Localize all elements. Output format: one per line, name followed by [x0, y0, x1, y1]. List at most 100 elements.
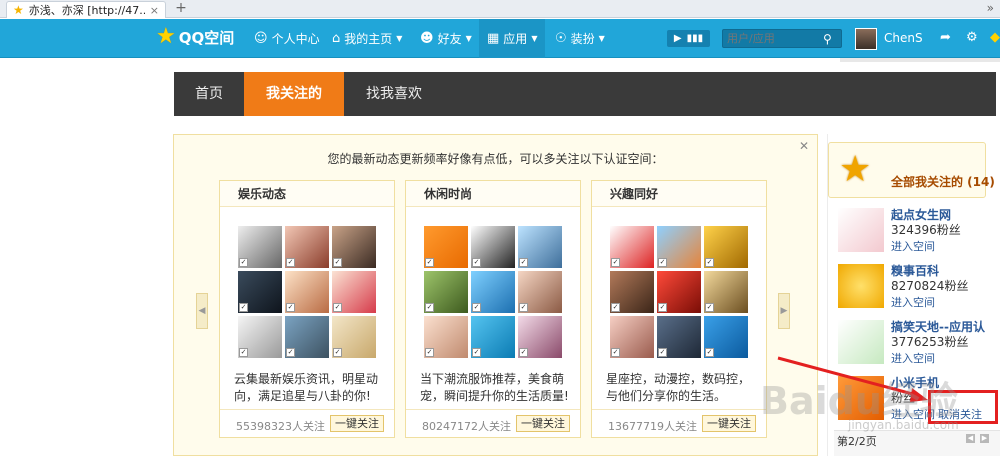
gear-icon[interactable]: ⚙ — [966, 30, 978, 45]
follow-all-button[interactable]: 一键关注 — [702, 415, 756, 432]
account-thumb[interactable]: ✓ — [285, 226, 329, 268]
account-thumb[interactable]: ✓ — [424, 271, 468, 313]
account-logo[interactable] — [838, 208, 884, 252]
checked-icon[interactable]: ✓ — [611, 303, 620, 312]
follow-all-button[interactable]: 一键关注 — [330, 415, 384, 432]
checked-icon[interactable]: ✓ — [658, 348, 667, 357]
follower-count: 55398323人关注 — [236, 420, 325, 433]
checked-icon[interactable]: ✓ — [425, 258, 434, 267]
account-thumb[interactable]: ✓ — [238, 271, 282, 313]
checked-icon[interactable]: ✓ — [519, 258, 528, 267]
tab-find-likes[interactable]: 找我喜欢 — [344, 72, 444, 116]
account-thumb[interactable]: ✓ — [704, 271, 748, 313]
person-icon: ☺ — [254, 31, 268, 46]
music-player-button[interactable]: ▶ ▮▮▮ — [667, 30, 710, 47]
checked-icon[interactable]: ✓ — [705, 258, 714, 267]
checked-icon[interactable]: ✓ — [333, 348, 342, 357]
checked-icon[interactable]: ✓ — [425, 348, 434, 357]
account-thumb[interactable]: ✓ — [471, 271, 515, 313]
account-thumb[interactable]: ✓ — [518, 226, 562, 268]
diamond-icon[interactable]: ◆ — [990, 30, 1000, 45]
avatar[interactable] — [855, 28, 877, 50]
checked-icon[interactable]: ✓ — [611, 258, 620, 267]
checked-icon[interactable]: ✓ — [519, 303, 528, 312]
username[interactable]: ChenS — [884, 31, 923, 45]
checked-icon[interactable]: ✓ — [239, 348, 248, 357]
account-thumb[interactable]: ✓ — [471, 316, 515, 358]
nav-my-homepage[interactable]: ⌂ 我的主页 ▼ — [332, 19, 402, 58]
account-thumb[interactable]: ✓ — [471, 226, 515, 268]
next-page-button[interactable]: ▶ — [980, 434, 989, 443]
checked-icon[interactable]: ✓ — [472, 348, 481, 357]
checked-icon[interactable]: ✓ — [286, 303, 295, 312]
enter-space-link[interactable]: 进入空间 — [891, 238, 935, 254]
account-thumb[interactable]: ✓ — [518, 271, 562, 313]
checked-icon[interactable]: ✓ — [611, 348, 620, 357]
checked-icon[interactable]: ✓ — [286, 258, 295, 267]
new-tab-button[interactable]: + — [172, 0, 190, 17]
account-thumb[interactable]: ✓ — [285, 271, 329, 313]
avatar-grid: ✓ ✓ ✓ ✓ ✓ ✓ ✓ ✓ ✓ — [238, 226, 378, 358]
account-thumb[interactable]: ✓ — [238, 316, 282, 358]
checked-icon[interactable]: ✓ — [333, 303, 342, 312]
account-thumb[interactable]: ✓ — [238, 226, 282, 268]
card-title: 休闲时尚 — [406, 181, 580, 207]
nav-personal-center[interactable]: ☺ 个人中心 — [254, 19, 320, 58]
chevron-down-icon: ▼ — [598, 34, 605, 43]
chevron-down-icon: ▼ — [531, 34, 538, 43]
enter-space-link[interactable]: 进入空间 — [891, 294, 935, 310]
next-arrow-button[interactable]: ▶ — [778, 293, 790, 329]
search-input[interactable] — [727, 32, 823, 45]
checked-icon[interactable]: ✓ — [658, 303, 667, 312]
tab-following[interactable]: 我关注的 — [244, 72, 344, 116]
checked-icon[interactable]: ✓ — [519, 348, 528, 357]
browser-tab[interactable]: ★ 亦浅、亦深 [http://47... × — [6, 1, 166, 18]
checked-icon[interactable]: ✓ — [705, 303, 714, 312]
account-thumb[interactable]: ✓ — [704, 226, 748, 268]
nav-friends[interactable]: ☻ 好友 ▼ — [420, 19, 472, 58]
checked-icon[interactable]: ✓ — [239, 303, 248, 312]
account-logo[interactable] — [838, 264, 884, 308]
close-tab-icon[interactable]: × — [150, 4, 159, 17]
search-icon[interactable]: ⚲ — [823, 32, 832, 46]
nav-decorate[interactable]: ☉ 装扮 ▼ — [555, 19, 605, 58]
account-thumb[interactable]: ✓ — [610, 226, 654, 268]
checked-icon[interactable]: ✓ — [425, 303, 434, 312]
checked-icon[interactable]: ✓ — [705, 348, 714, 357]
logout-icon[interactable]: ➦ — [940, 30, 951, 45]
star-icon: ★ — [839, 149, 872, 190]
checked-icon[interactable]: ✓ — [472, 258, 481, 267]
account-thumb[interactable]: ✓ — [704, 316, 748, 358]
nav-label: 应用 — [503, 32, 528, 46]
follow-all-button[interactable]: 一键关注 — [516, 415, 570, 432]
checked-icon[interactable]: ✓ — [286, 348, 295, 357]
account-thumb[interactable]: ✓ — [518, 316, 562, 358]
qzone-logo[interactable]: ★ QQ空间 — [156, 26, 234, 48]
account-thumb[interactable]: ✓ — [285, 316, 329, 358]
prev-arrow-button[interactable]: ◀ — [196, 293, 208, 329]
account-thumb[interactable]: ✓ — [332, 316, 376, 358]
account-thumb[interactable]: ✓ — [610, 271, 654, 313]
checked-icon[interactable]: ✓ — [239, 258, 248, 267]
close-icon[interactable]: ✕ — [799, 139, 809, 153]
sub-header-strip — [840, 58, 1000, 62]
tab-home[interactable]: 首页 — [174, 72, 244, 116]
all-following-header[interactable]: ★ 全部我关注的 (14) — [828, 142, 995, 198]
nav-apps[interactable]: ▦ 应用 ▼ — [479, 19, 546, 58]
account-thumb[interactable]: ✓ — [657, 271, 701, 313]
prev-page-button[interactable]: ◀ — [966, 434, 975, 443]
account-thumb[interactable]: ✓ — [657, 226, 701, 268]
account-thumb[interactable]: ✓ — [610, 316, 654, 358]
notice-text: 您的最新动态更新频率好像有点低，可以多关注以下认证空间： — [327, 152, 664, 166]
account-thumb[interactable]: ✓ — [657, 316, 701, 358]
tab-overflow-icon[interactable]: » — [987, 1, 994, 15]
checked-icon[interactable]: ✓ — [333, 258, 342, 267]
account-thumb[interactable]: ✓ — [332, 271, 376, 313]
account-thumb[interactable]: ✓ — [332, 226, 376, 268]
checked-icon[interactable]: ✓ — [472, 303, 481, 312]
nav-label: 个人中心 — [271, 32, 320, 46]
account-thumb[interactable]: ✓ — [424, 226, 468, 268]
account-thumb[interactable]: ✓ — [424, 316, 468, 358]
nav-label: 好友 — [437, 32, 462, 46]
checked-icon[interactable]: ✓ — [658, 258, 667, 267]
